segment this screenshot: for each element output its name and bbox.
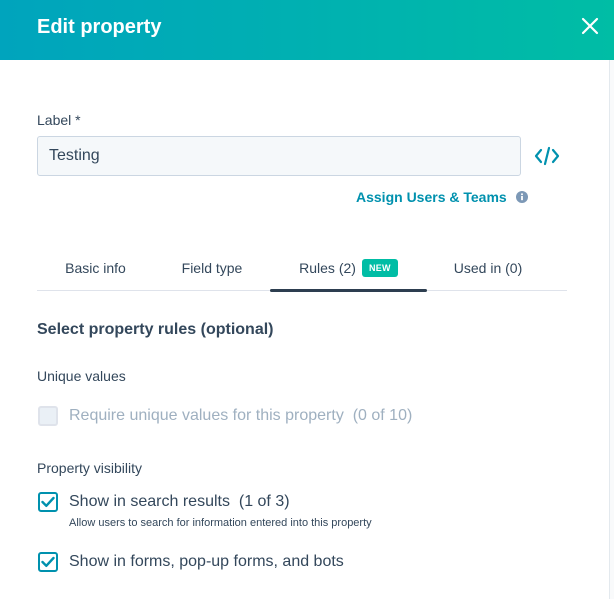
tab-bar: Basic info Field type Rules (2) NEW Used… xyxy=(37,244,567,292)
assign-users-row: Assign Users & Teams xyxy=(356,187,528,207)
checkmark-icon xyxy=(41,556,55,567)
assign-users-teams-link[interactable]: Assign Users & Teams xyxy=(356,189,507,205)
tab-field-type[interactable]: Field type xyxy=(154,244,270,291)
search-results-option: Show in search results (1 of 3) Allow us… xyxy=(38,492,372,530)
unique-values-option: Require unique values for this property … xyxy=(38,406,412,426)
unique-values-option-label: Require unique values for this property … xyxy=(69,407,413,424)
property-visibility-label: Property visibility xyxy=(37,460,143,476)
dialog-title: Edit property xyxy=(37,16,162,38)
close-icon xyxy=(581,17,599,35)
unique-values-checkbox[interactable] xyxy=(38,406,58,426)
code-icon xyxy=(534,146,560,166)
forms-bots-option: Show in forms, pop-up forms, and bots xyxy=(38,552,344,572)
code-toggle-button[interactable] xyxy=(532,142,562,170)
checkmark-icon xyxy=(41,496,55,507)
tab-label: Used in (0) xyxy=(453,259,523,276)
info-icon[interactable] xyxy=(515,191,528,203)
dialog-header: Edit property xyxy=(0,0,614,60)
label-input[interactable] xyxy=(37,136,521,176)
tab-rules[interactable]: Rules (2) NEW xyxy=(270,244,427,292)
tab-used-in[interactable]: Used in (0) xyxy=(427,244,549,291)
tab-basic-info[interactable]: Basic info xyxy=(37,244,154,291)
tab-label: Field type xyxy=(181,259,243,276)
tab-label: Basic info xyxy=(65,259,126,276)
forms-bots-checkbox[interactable] xyxy=(38,552,58,572)
new-badge: NEW xyxy=(361,258,398,277)
unique-values-label: Unique values xyxy=(37,368,126,384)
label-field-label: Label * xyxy=(37,112,81,128)
close-button[interactable] xyxy=(574,10,606,42)
search-results-description: Allow users to search for information en… xyxy=(69,517,372,529)
rules-section-title: Select property rules (optional) xyxy=(37,321,274,338)
search-results-option-label: Show in search results (1 of 3) xyxy=(69,493,290,510)
search-results-checkbox[interactable] xyxy=(38,492,58,512)
tab-label: Rules (2) xyxy=(299,259,356,276)
scrollbar[interactable] xyxy=(609,60,614,599)
forms-bots-option-label: Show in forms, pop-up forms, and bots xyxy=(69,553,344,570)
